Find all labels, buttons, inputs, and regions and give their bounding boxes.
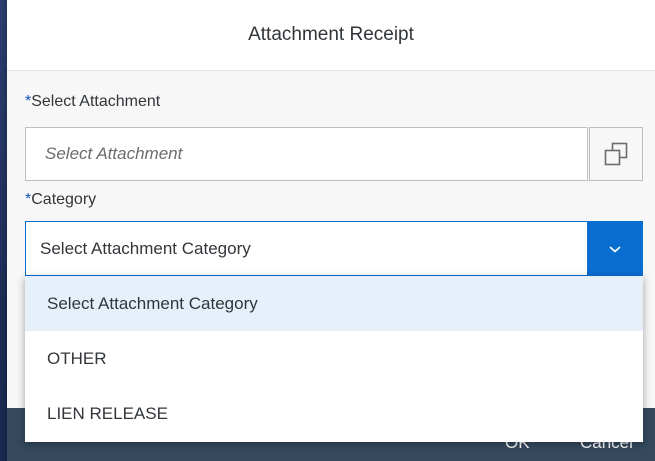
category-dropdown-list: Select Attachment Category OTHER LIEN RE…: [25, 276, 643, 442]
chevron-down-icon: [609, 245, 621, 253]
dropdown-option[interactable]: LIEN RELEASE: [25, 387, 643, 442]
dropdown-option[interactable]: OTHER: [25, 331, 643, 386]
attachment-input[interactable]: Select Attachment: [25, 127, 588, 181]
dropdown-option[interactable]: Select Attachment Category: [25, 276, 643, 332]
attachment-placeholder: Select Attachment: [45, 144, 183, 163]
browse-attachment-button[interactable]: [589, 127, 643, 181]
browse-window-icon: [604, 142, 628, 166]
category-label: *Category: [25, 191, 97, 208]
attachment-label: *Select Attachment: [25, 93, 161, 110]
category-selected-value: Select Attachment Category: [40, 238, 251, 258]
dialog-header: Attachment Receipt: [7, 0, 655, 71]
category-dropdown-button[interactable]: [587, 221, 643, 276]
category-select[interactable]: Select Attachment Category: [25, 221, 588, 276]
dialog-title: Attachment Receipt: [248, 24, 414, 45]
